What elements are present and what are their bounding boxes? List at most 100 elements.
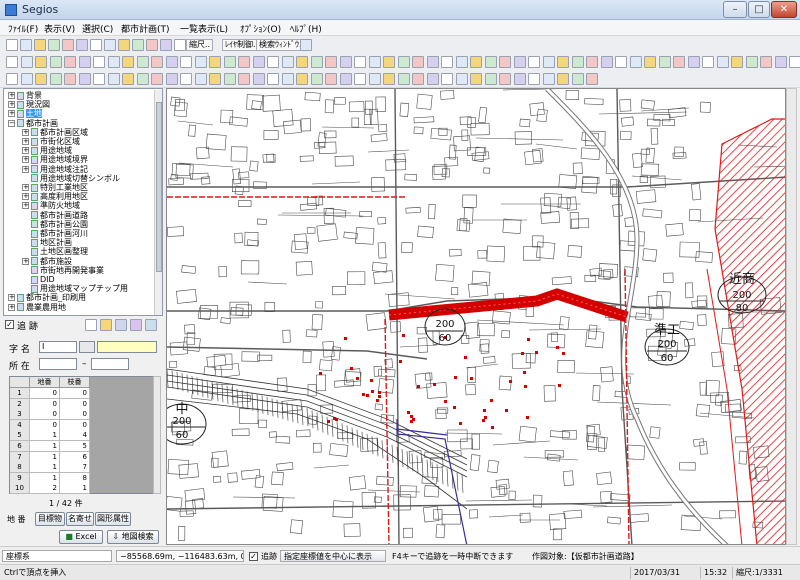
expand-icon[interactable]: +: [22, 138, 29, 145]
parcel-table[interactable]: 地番 枝番 1 0 0 2 0 0 3 0 0 4 0 0 5 1 4 6 1 5 7 1 6 8 1 7 9 1 8 10 2 1: [9, 376, 155, 495]
expand-icon[interactable]: +: [22, 193, 29, 201]
expand-icon[interactable]: +: [22, 257, 29, 265]
rotate-icon[interactable]: [499, 56, 511, 68]
line-icon[interactable]: [20, 73, 33, 85]
expand-icon[interactable]: +: [22, 147, 29, 155]
marker-icon[interactable]: [310, 73, 323, 85]
new-doc-icon[interactable]: [85, 319, 97, 331]
row-number[interactable]: 7: [10, 451, 30, 463]
print-icon[interactable]: [6, 39, 18, 51]
map-canvas[interactable]: 200 60 準工 200 60 近商 200 80 中 200 60: [166, 88, 786, 545]
shape-icon[interactable]: [455, 73, 468, 85]
layer-icon[interactable]: [426, 56, 439, 68]
expand-icon[interactable]: +: [8, 92, 15, 99]
zoom-out-icon[interactable]: [76, 39, 88, 51]
edaban-cell[interactable]: 8: [60, 472, 90, 484]
edaban-cell[interactable]: 7: [60, 462, 90, 474]
layer-tree[interactable]: + 背景 + 現況図 + 土地 − 都市計画 + 都市計画区域 + 市街化区域 + 用途地域 + 用途地域境界…: [3, 88, 163, 316]
measure-icon[interactable]: [310, 56, 323, 68]
measure-icon[interactable]: [470, 56, 482, 68]
copy-icon[interactable]: [528, 56, 540, 68]
arrow-icon[interactable]: [412, 73, 424, 85]
menu-view[interactable]: 表示(V): [44, 22, 75, 35]
row-number[interactable]: 8: [10, 462, 30, 474]
pen-icon[interactable]: [441, 73, 453, 85]
edaban-cell[interactable]: 4: [60, 430, 90, 442]
delete-icon[interactable]: [383, 56, 395, 68]
edaban-cell[interactable]: 5: [60, 441, 90, 452]
save-icon[interactable]: [174, 39, 186, 51]
open-folder-icon[interactable]: [100, 319, 112, 331]
text-icon[interactable]: [122, 73, 134, 85]
pen-icon[interactable]: [209, 73, 221, 85]
rotate-icon[interactable]: [20, 56, 33, 68]
expand-icon[interactable]: +: [22, 184, 29, 191]
snap-icon[interactable]: [455, 56, 468, 68]
line-icon[interactable]: [136, 73, 149, 85]
map-search-button[interactable]: ⇩ 地図検索: [107, 530, 159, 544]
aza-name-select[interactable]: [97, 341, 157, 353]
expand-icon[interactable]: +: [22, 165, 29, 173]
copy-icon[interactable]: [49, 56, 62, 68]
expand-icon[interactable]: +: [8, 110, 15, 118]
chiban-cell[interactable]: 0: [30, 419, 60, 431]
copy-icon[interactable]: [687, 56, 700, 68]
marker-icon[interactable]: [542, 73, 555, 85]
grid-icon[interactable]: [441, 56, 453, 68]
shape-icon[interactable]: [339, 73, 352, 85]
scale-dropdown[interactable]: 縮尺..: [186, 39, 214, 51]
undo-icon[interactable]: [716, 56, 729, 68]
snap-icon[interactable]: [615, 56, 627, 68]
move-icon[interactable]: [35, 56, 47, 68]
open-icon[interactable]: [34, 39, 46, 51]
expand-icon[interactable]: +: [8, 303, 15, 311]
tab-chiban[interactable]: 地 番: [7, 514, 26, 525]
row-number[interactable]: 1: [10, 388, 30, 399]
shape-icon[interactable]: [223, 73, 236, 85]
copy-icon[interactable]: [209, 56, 221, 68]
row-number[interactable]: 2: [10, 398, 30, 410]
chiban-cell[interactable]: 2: [30, 483, 60, 495]
layer-icon[interactable]: [107, 56, 120, 68]
arrow-icon[interactable]: [180, 73, 192, 85]
shape-icon[interactable]: [107, 73, 120, 85]
tab-shape-attr[interactable]: 図形属性: [95, 512, 131, 526]
coord-system-select[interactable]: 座標系: [2, 550, 112, 562]
excel-button[interactable]: ■ Excel: [59, 530, 103, 544]
edaban-cell[interactable]: 0: [60, 388, 90, 399]
status-tracking-checkbox[interactable]: ✓: [249, 552, 258, 561]
tab-name-collect[interactable]: 名寄せ: [66, 512, 94, 526]
menu-help[interactable]: ﾍﾙﾌﾟ(H): [290, 22, 322, 35]
save-icon[interactable]: [115, 319, 127, 331]
text-icon[interactable]: [6, 73, 18, 85]
table-scrollbar[interactable]: [153, 376, 161, 494]
select-icon[interactable]: [6, 56, 18, 68]
edaban-cell[interactable]: 1: [60, 483, 90, 495]
print-icon[interactable]: [160, 39, 172, 51]
map-scrollbar[interactable]: [786, 88, 797, 545]
tracking-checkbox[interactable]: ✓: [5, 320, 14, 329]
chiban-cell[interactable]: 1: [30, 441, 60, 452]
marker-icon[interactable]: [426, 73, 439, 85]
text-icon[interactable]: [586, 73, 598, 85]
delete-icon[interactable]: [64, 56, 76, 68]
line-icon[interactable]: [252, 73, 265, 85]
edaban-cell[interactable]: 0: [60, 398, 90, 410]
edaban-cell[interactable]: 0: [60, 419, 90, 431]
chiban-cell[interactable]: 1: [30, 462, 60, 474]
shape-icon[interactable]: [571, 73, 584, 85]
delete-icon[interactable]: [702, 56, 714, 68]
menu-select[interactable]: 選択(C): [82, 22, 113, 35]
undo-icon[interactable]: [78, 56, 91, 68]
line-icon[interactable]: [368, 73, 381, 85]
marker-icon[interactable]: [194, 73, 207, 85]
shozai-select-1[interactable]: [39, 358, 77, 370]
rotate-icon[interactable]: [339, 56, 352, 68]
undo-icon[interactable]: [238, 56, 250, 68]
redo-icon[interactable]: [252, 56, 265, 68]
arrow-icon[interactable]: [296, 73, 308, 85]
measure-icon[interactable]: [629, 56, 642, 68]
select-icon[interactable]: [325, 56, 337, 68]
marker-icon[interactable]: [78, 73, 91, 85]
undo-icon[interactable]: [397, 56, 410, 68]
